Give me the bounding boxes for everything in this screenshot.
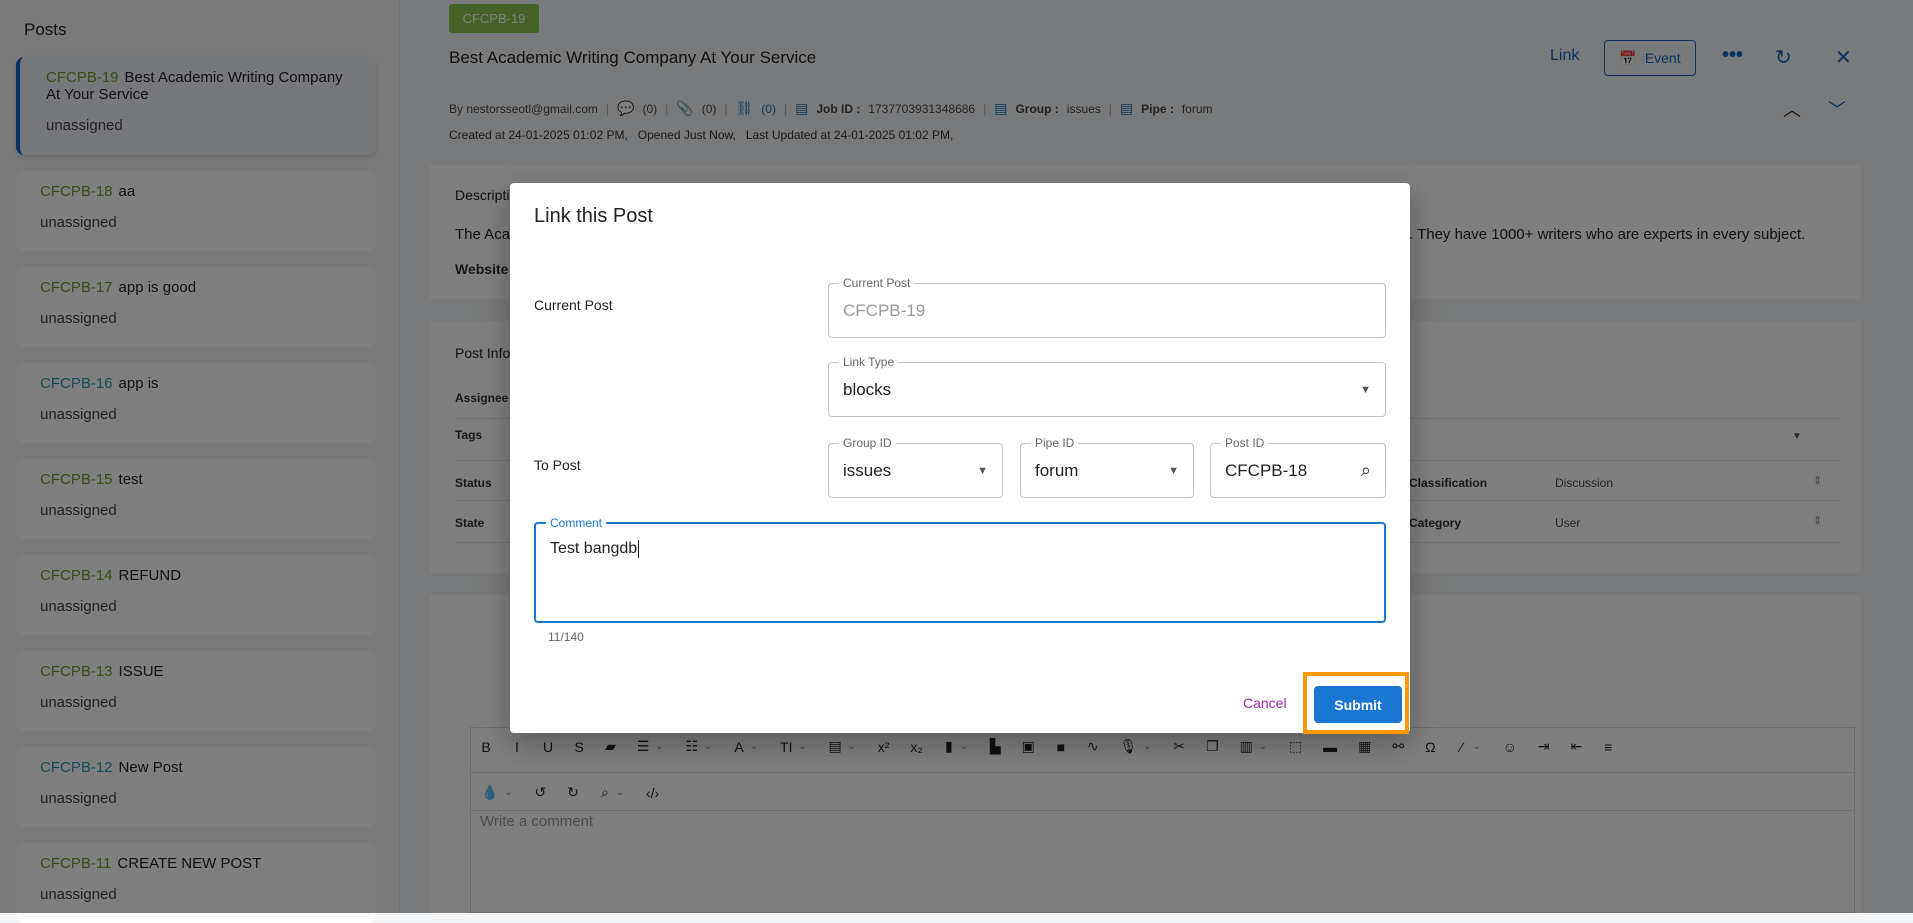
submit-button[interactable]: Submit	[1314, 686, 1402, 723]
field-legend: Post ID	[1221, 436, 1269, 450]
search-icon[interactable]: ⌕	[1361, 460, 1371, 481]
dropdown-arrow-icon: ▼	[977, 464, 988, 477]
dropdown-arrow-icon: ▼	[1360, 383, 1371, 396]
current-post-label: Current Post	[534, 297, 613, 313]
field-value: forum	[1035, 460, 1079, 480]
field-value: issues	[843, 460, 892, 480]
group-id-select[interactable]: Group ID issues ▼	[828, 436, 1003, 498]
dropdown-arrow-icon: ▼	[1168, 464, 1179, 477]
character-counter: 11/140	[548, 630, 584, 644]
pipe-id-select[interactable]: Pipe ID forum ▼	[1020, 436, 1194, 498]
field-legend: Group ID	[839, 436, 896, 450]
field-legend: Current Post	[839, 276, 915, 290]
field-value: blocks	[843, 379, 892, 399]
to-post-label: To Post	[534, 457, 581, 473]
field-legend: Pipe ID	[1031, 436, 1079, 450]
field-value: Test bangdb	[550, 540, 640, 558]
dialog-title: Link this Post	[534, 205, 653, 227]
cancel-button[interactable]: Cancel	[1243, 695, 1287, 711]
current-post-field: Current Post CFCPB-19	[828, 276, 1386, 338]
link-type-select[interactable]: Link Type blocks ▼	[828, 355, 1386, 417]
field-legend: Link Type	[839, 355, 899, 369]
post-id-input[interactable]: Post ID CFCPB-18 ⌕	[1210, 436, 1386, 498]
comment-textarea[interactable]: Comment Test bangdb	[534, 516, 1386, 623]
field-value: CFCPB-18	[1225, 460, 1308, 480]
field-value: CFCPB-19	[843, 300, 926, 320]
field-legend: Comment	[546, 516, 607, 530]
link-post-dialog: Link this Post Current Post Current Post…	[510, 183, 1410, 734]
